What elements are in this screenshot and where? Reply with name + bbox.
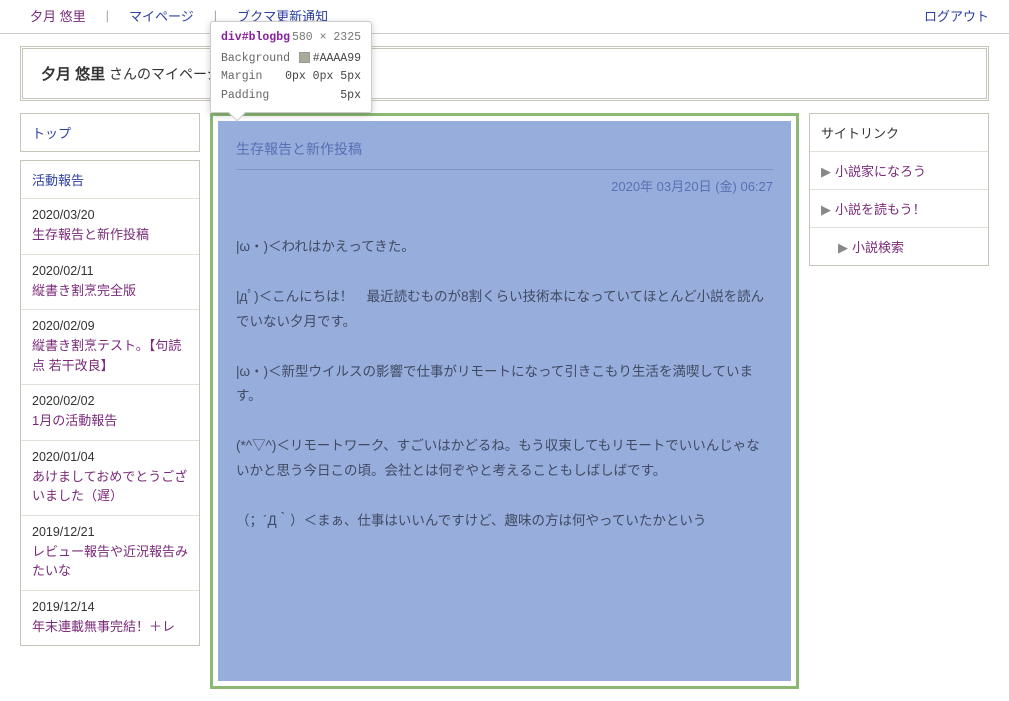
header-username: 夕月 悠里 [41,66,105,83]
tooltip-dimensions: 580 × 2325 [292,31,361,44]
triangle-icon: ▶ [821,164,831,179]
post-title-link[interactable]: 生存報告と新作投稿 [32,225,188,245]
post-date: 2020/01/04 [32,450,188,464]
post-date: 2020/02/02 [32,394,188,408]
post-title-link[interactable]: 1月の活動報告 [32,411,188,431]
post-title-link[interactable]: 縦書き割烹完全版 [32,281,188,301]
activity-post-item[interactable]: 2019/12/21 レビュー報告や近況報告みたいな [21,516,199,591]
top-nav-right: ログアウト [924,6,989,25]
main-container: トップ 活動報告 2020/03/20 生存報告と新作投稿 2020/02/11 縦書… [0,101,1009,701]
blog-paragraph: |ω・)＜新型ウイルスの影響で仕事がリモートになって引きこもり生活を満喫していま… [236,360,773,409]
activity-post-item[interactable]: 2020/02/09 縦書き割烹テスト。【句読点 若干改良】 [21,310,199,385]
post-date: 2019/12/21 [32,525,188,539]
blog-date: 2020年 03月20日 (金) 06:27 [236,176,773,195]
blog-outer-border: 生存報告と新作投稿 2020年 03月20日 (金) 06:27 |ω・)＜われ… [210,113,799,689]
triangle-icon: ▶ [821,202,831,217]
activity-panel: 活動報告 2020/03/20 生存報告と新作投稿 2020/02/11 縦書き割烹完… [20,160,200,646]
blog-paragraph: |дﾟ)＜こんにちは！ 最近読むものが8割くらい技術本になっていてほとんど小説を… [236,285,773,334]
tooltip-value: #AAAA99 [299,50,361,68]
post-title-link[interactable]: 年末連載無事完結！＋レ [32,617,188,637]
post-title-link[interactable]: 縦書き割烹テスト。【句読点 若干改良】 [32,336,188,375]
sitelink-label[interactable]: 小説検索 [852,240,904,255]
sitelinks-header: サイトリンク [810,114,988,152]
sitelink-item[interactable]: ▶ 小説家になろう [810,152,988,190]
left-column: トップ 活動報告 2020/03/20 生存報告と新作投稿 2020/02/11 縦書… [20,113,200,654]
color-swatch-icon [299,52,310,63]
nav-logout-link[interactable]: ログアウト [924,9,989,24]
nav-separator: | [96,8,119,23]
tooltip-selector: div#blogbg [221,31,290,44]
header-suffix: さんのマイページ [105,66,221,82]
blog-title: 生存報告と新作投稿 [236,135,773,170]
post-date: 2020/02/11 [32,264,188,278]
post-date: 2020/03/20 [32,208,188,222]
activity-post-item[interactable]: 2020/02/02 1月の活動報告 [21,385,199,441]
top-nav: 夕月 悠里 | マイページ | ブクマ更新通知 ログアウト [0,0,1009,34]
sitelinks-panel: サイトリンク ▶ 小説家になろう ▶ 小説を読もう！ ▶ 小説検索 [809,113,989,266]
activity-post-item[interactable]: 2020/03/20 生存報告と新作投稿 [21,199,199,255]
blog-paragraph: (*^▽^)＜リモートワーク、すごいはかどるね。もう収束してもリモートでいいんじ… [236,434,773,483]
activity-post-item[interactable]: 2020/01/04 あけましておめでとうございました（遅） [21,441,199,516]
tooltip-row: Padding 5px [221,87,361,105]
nav-username[interactable]: 夕月 悠里 [20,6,96,25]
blog-paragraph: （；´Д｀）＜まぁ、仕事はいいんですけど、趣味の方は何やっていたかという [236,509,773,533]
nav-mypage-link[interactable]: マイページ [119,6,204,25]
tooltip-key: Padding [221,87,269,105]
blog-bg: 生存報告と新作投稿 2020年 03月20日 (金) 06:27 |ω・)＜われ… [218,121,791,681]
blog-paragraph: |ω・)＜われはかえってきた。 [236,235,773,259]
center-column: 生存報告と新作投稿 2020年 03月20日 (金) 06:27 |ω・)＜われ… [210,113,799,689]
top-panel: トップ [20,113,200,152]
post-title-link[interactable]: あけましておめでとうございました（遅） [32,467,188,506]
sitelink-label[interactable]: 小説家になろう [835,164,926,179]
activity-header[interactable]: 活動報告 [21,161,199,199]
activity-post-item[interactable]: 2019/12/14 年末連載無事完結！＋レ [21,591,199,646]
sitelink-item[interactable]: ▶ 小説を読もう！ [810,190,988,228]
tooltip-value: 5px [340,87,361,105]
tooltip-value: 0px 0px 5px [285,68,361,86]
tooltip-key: Background [221,50,290,68]
tooltip-key: Margin [221,68,262,86]
post-date: 2020/02/09 [32,319,188,333]
top-link[interactable]: トップ [21,114,199,151]
post-date: 2019/12/14 [32,600,188,614]
tooltip-row: Background #AAAA99 [221,50,361,68]
right-column: サイトリンク ▶ 小説家になろう ▶ 小説を読もう！ ▶ 小説検索 [809,113,989,274]
sitelink-item[interactable]: ▶ 小説検索 [810,228,988,265]
sitelink-label[interactable]: 小説を読もう！ [835,202,926,217]
devtools-tooltip: div#blogbg 580 × 2325 Background#AAAA99M… [210,21,372,113]
tooltip-row: Margin 0px 0px 5px [221,68,361,86]
activity-post-item[interactable]: 2020/02/11 縦書き割烹完全版 [21,255,199,311]
triangle-icon: ▶ [838,240,848,255]
post-title-link[interactable]: レビュー報告や近況報告みたいな [32,542,188,581]
blog-body: |ω・)＜われはかえってきた。 |дﾟ)＜こんにちは！ 最近読むものが8割くらい技… [236,235,773,533]
page-header-box: 夕月 悠里 さんのマイページ [20,46,989,101]
